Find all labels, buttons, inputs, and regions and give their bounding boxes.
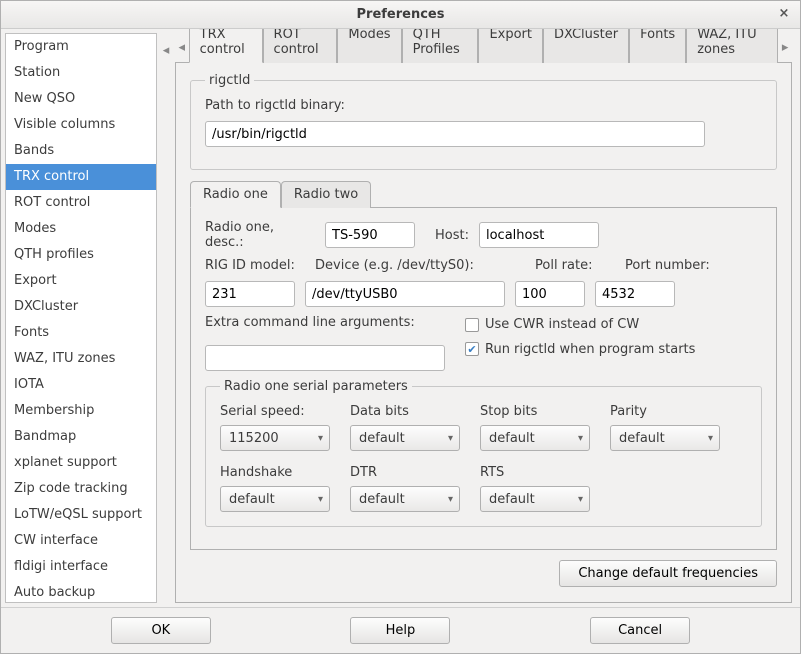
poll-label: Poll rate: [535,258,615,273]
sidebar-item-trx-control[interactable]: TRX control [6,164,156,190]
handshake-select[interactable]: default▾ [220,486,330,512]
radio-one-page: Radio one, desc.: Host: RIG ID model: De… [190,208,777,550]
sidebar-item-xplanet-support[interactable]: xplanet support [6,450,156,476]
rts-label: RTS [480,465,590,480]
tab-radio-two[interactable]: Radio two [281,181,371,208]
rigctld-path-input[interactable] [205,121,705,147]
chevron-down-icon: ▾ [578,433,583,444]
dtr-select[interactable]: default▾ [350,486,460,512]
sidebar-item-export[interactable]: Export [6,268,156,294]
chevron-down-icon: ▾ [448,433,453,444]
preferences-window: Preferences × ProgramStationNew QSOVisib… [0,0,801,654]
sidebar-item-zip-code-tracking[interactable]: Zip code tracking [6,476,156,502]
main-panel: ◂ TRX controlROT controlModesQTH Profile… [175,29,800,607]
ok-button[interactable]: OK [111,617,211,644]
sidebar-item-program[interactable]: Program [6,34,156,60]
sidebar-item-fldigi-interface[interactable]: fldigi interface [6,554,156,580]
radio-host-input[interactable] [479,222,599,248]
run-rigctld-checkbox[interactable]: ✔ Run rigctld when program starts [465,342,695,357]
rigctld-legend: rigctld [205,73,254,88]
tab-dxcluster[interactable]: DXCluster [543,29,629,63]
tab-scroll-left-icon[interactable]: ◂ [175,40,189,55]
databits-select[interactable]: default▾ [350,425,460,451]
radio-desc-label: Radio one, desc.: [205,220,315,250]
sidebar-item-visible-columns[interactable]: Visible columns [6,112,156,138]
sidebar-item-modes[interactable]: Modes [6,216,156,242]
close-icon[interactable]: × [776,6,792,22]
handshake-label: Handshake [220,465,330,480]
radio-one-fields: Radio one, desc.: Host: RIG ID model: De… [205,220,762,537]
sidebar-item-qth-profiles[interactable]: QTH profiles [6,242,156,268]
tab-page-trx-control: rigctld Path to rigctld binary: Radio on… [175,63,792,603]
dialog-footer: OK Help Cancel [1,607,800,653]
sidebar[interactable]: ProgramStationNew QSOVisible columnsBand… [5,33,157,603]
extra-args-input[interactable] [205,345,445,371]
cancel-button[interactable]: Cancel [590,617,690,644]
window-title: Preferences [357,7,445,22]
poll-input[interactable] [515,281,585,307]
stopbits-label: Stop bits [480,404,590,419]
run-rigctld-label: Run rigctld when program starts [485,342,695,357]
sidebar-item-dxcluster[interactable]: DXCluster [6,294,156,320]
sidebar-item-cw-interface[interactable]: CW interface [6,528,156,554]
help-button[interactable]: Help [350,617,450,644]
tab-modes[interactable]: Modes [337,29,401,63]
top-tabbar: ◂ TRX controlROT controlModesQTH Profile… [175,33,792,63]
use-cwr-label: Use CWR instead of CW [485,317,639,332]
port-input[interactable] [595,281,675,307]
sidebar-item-auto-backup[interactable]: Auto backup [6,580,156,603]
tab-export[interactable]: Export [478,29,543,63]
serial-speed-label: Serial speed: [220,404,330,419]
databits-label: Data bits [350,404,460,419]
rigid-input[interactable] [205,281,295,307]
device-input[interactable] [305,281,505,307]
chevron-down-icon: ▾ [578,494,583,505]
rts-select[interactable]: default▾ [480,486,590,512]
parity-select[interactable]: default▾ [610,425,720,451]
sidebar-item-fonts[interactable]: Fonts [6,320,156,346]
use-cwr-checkbox[interactable]: Use CWR instead of CW [465,317,639,332]
parity-label: Parity [610,404,720,419]
dtr-label: DTR [350,465,460,480]
sidebar-collapse-icon[interactable]: ◂ [157,29,175,607]
device-label: Device (e.g. /dev/ttyS0): [315,258,525,273]
radio-host-label: Host: [435,228,469,243]
sidebar-item-iota[interactable]: IOTA [6,372,156,398]
sidebar-item-lotw-eqsl-support[interactable]: LoTW/eQSL support [6,502,156,528]
sidebar-item-bandmap[interactable]: Bandmap [6,424,156,450]
tab-trx-control[interactable]: TRX control [189,29,263,63]
tab-qth-profiles[interactable]: QTH Profiles [402,29,479,63]
tab-fonts[interactable]: Fonts [629,29,686,63]
serial-params-legend: Radio one serial parameters [220,379,412,394]
extra-args-label: Extra command line arguments: [205,315,415,330]
change-default-frequencies-button[interactable]: Change default frequencies [559,560,777,587]
serial-speed-select[interactable]: 115200▾ [220,425,330,451]
sidebar-item-waz-itu-zones[interactable]: WAZ, ITU zones [6,346,156,372]
radio-tabbar: Radio oneRadio two [190,180,777,208]
serial-params-group: Radio one serial parameters Serial speed… [205,379,762,527]
sidebar-item-membership[interactable]: Membership [6,398,156,424]
rigctld-group: rigctld Path to rigctld binary: [190,73,777,170]
sidebar-item-station[interactable]: Station [6,60,156,86]
rigctld-path-label: Path to rigctld binary: [205,98,345,113]
port-label: Port number: [625,258,710,273]
rigid-label: RIG ID model: [205,258,305,273]
chevron-down-icon: ▾ [448,494,453,505]
window-body: ProgramStationNew QSOVisible columnsBand… [1,29,800,607]
tab-radio-one[interactable]: Radio one [190,181,281,208]
tab-scroll-right-icon[interactable]: ▸ [778,40,792,55]
tab-waz-itu-zones[interactable]: WAZ, ITU zones [686,29,778,63]
chevron-down-icon: ▾ [318,433,323,444]
chevron-down-icon: ▾ [318,494,323,505]
sidebar-item-new-qso[interactable]: New QSO [6,86,156,112]
chevron-down-icon: ▾ [708,433,713,444]
radio-desc-input[interactable] [325,222,415,248]
tab-rot-control[interactable]: ROT control [263,29,338,63]
stopbits-select[interactable]: default▾ [480,425,590,451]
sidebar-item-rot-control[interactable]: ROT control [6,190,156,216]
titlebar: Preferences × [1,1,800,29]
sidebar-item-bands[interactable]: Bands [6,138,156,164]
